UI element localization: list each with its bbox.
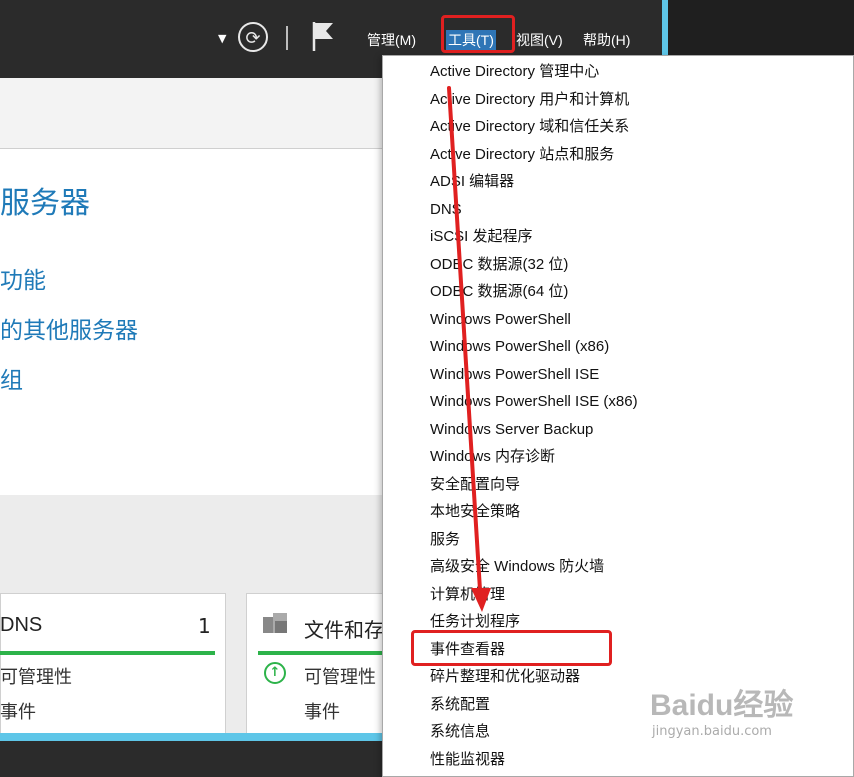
watermark-brand-cn: 经验 bbox=[733, 689, 794, 722]
annotation-arrow bbox=[447, 86, 491, 612]
baidu-watermark: Baidu经验 jingyan.baidu.com bbox=[650, 680, 793, 739]
watermark-brand: Baidu bbox=[650, 689, 734, 722]
watermark-url: jingyan.baidu.com bbox=[652, 724, 772, 739]
